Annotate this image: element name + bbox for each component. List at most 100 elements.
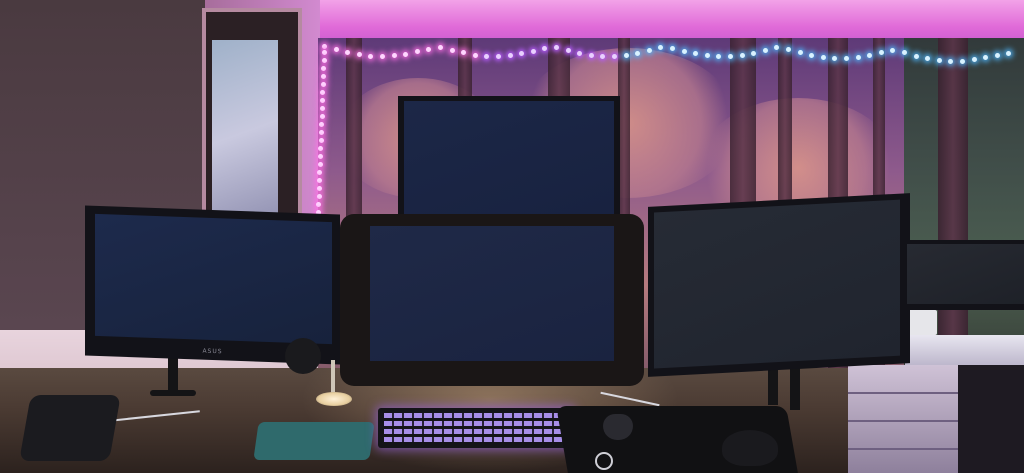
key-row xyxy=(384,437,568,442)
monitor-far-right-screen xyxy=(907,244,1024,304)
drawer-divider xyxy=(848,392,958,394)
led-light xyxy=(318,162,323,167)
led-light xyxy=(902,50,907,55)
led-light xyxy=(670,46,675,51)
led-light xyxy=(693,51,698,56)
led-light xyxy=(624,53,629,58)
monitor-far-right xyxy=(903,240,1024,310)
led-light xyxy=(317,186,322,191)
led-light xyxy=(786,47,791,52)
key-row xyxy=(384,421,568,426)
monitor-top-screen xyxy=(404,101,614,214)
led-light xyxy=(321,82,326,87)
led-light xyxy=(415,49,420,54)
dark-cabinet xyxy=(958,365,1024,473)
monitor-right xyxy=(648,193,910,377)
led-light xyxy=(948,59,953,64)
led-light xyxy=(519,51,524,56)
led-light xyxy=(317,194,322,199)
led-light xyxy=(531,49,536,54)
led-light xyxy=(357,52,362,57)
led-light xyxy=(716,54,721,59)
led-light xyxy=(682,49,687,54)
monitor-base-left xyxy=(150,390,196,396)
led-light xyxy=(658,45,663,50)
led-light xyxy=(589,53,594,58)
led-light xyxy=(960,59,965,64)
led-light xyxy=(320,106,325,111)
led-light xyxy=(937,58,942,63)
key-row xyxy=(384,429,568,434)
led-light xyxy=(461,50,466,55)
led-light xyxy=(751,51,756,56)
led-light xyxy=(983,55,988,60)
led-light xyxy=(319,122,324,127)
led-light xyxy=(995,53,1000,58)
plastic-drawers xyxy=(848,365,958,473)
led-light xyxy=(577,51,582,56)
led-light xyxy=(319,138,324,143)
led-light xyxy=(321,66,326,71)
led-light xyxy=(317,170,322,175)
led-light xyxy=(320,98,325,103)
steelseries-logo-icon xyxy=(595,452,613,470)
pen-display-center xyxy=(340,214,644,386)
led-light xyxy=(450,48,455,53)
led-light xyxy=(319,130,324,135)
led-light xyxy=(728,54,733,59)
led-light xyxy=(774,45,779,50)
led-light xyxy=(809,53,814,58)
drawer-divider xyxy=(848,448,958,450)
led-light xyxy=(635,51,640,56)
led-light xyxy=(972,57,977,62)
led-light xyxy=(321,74,326,79)
monitor-brand-logo: ASUS xyxy=(202,347,223,356)
led-light xyxy=(566,48,571,53)
led-light xyxy=(542,46,547,51)
led-light xyxy=(322,44,327,49)
led-light xyxy=(647,48,652,53)
large-mouse xyxy=(722,430,778,466)
led-light xyxy=(426,47,431,52)
led-light xyxy=(380,54,385,59)
led-light xyxy=(317,178,322,183)
led-light xyxy=(600,54,605,59)
led-light xyxy=(484,54,489,59)
led-light xyxy=(705,53,710,58)
mousepad-left xyxy=(253,422,375,460)
led-light xyxy=(320,114,325,119)
led-light xyxy=(554,45,559,50)
led-light xyxy=(368,54,373,59)
backlit-keyboard xyxy=(378,408,574,448)
led-light xyxy=(914,54,919,59)
monitor-left-screen xyxy=(95,213,332,345)
led-light xyxy=(322,50,327,55)
led-light xyxy=(925,56,930,61)
desk-lamp xyxy=(316,392,352,406)
led-light xyxy=(879,50,884,55)
led-light xyxy=(740,53,745,58)
led-light xyxy=(867,53,872,58)
pen-display-screen xyxy=(370,226,614,361)
led-light xyxy=(438,45,443,50)
led-light xyxy=(345,50,350,55)
wireless-charger xyxy=(19,395,121,461)
window-glass xyxy=(212,40,278,225)
shelf-top xyxy=(905,335,1024,365)
led-light xyxy=(320,90,325,95)
led-light xyxy=(612,54,617,59)
webcam xyxy=(285,338,321,374)
router xyxy=(907,310,937,335)
lamp-stem xyxy=(331,360,335,396)
led-light xyxy=(322,58,327,63)
monitor-right-screen xyxy=(654,199,900,369)
mouse xyxy=(603,414,633,440)
led-light xyxy=(763,48,768,53)
led-light xyxy=(473,53,478,58)
led-light xyxy=(508,53,513,58)
led-light xyxy=(890,48,895,53)
led-light xyxy=(856,55,861,60)
led-light xyxy=(832,56,837,61)
led-light xyxy=(318,154,323,159)
led-light xyxy=(316,202,321,207)
